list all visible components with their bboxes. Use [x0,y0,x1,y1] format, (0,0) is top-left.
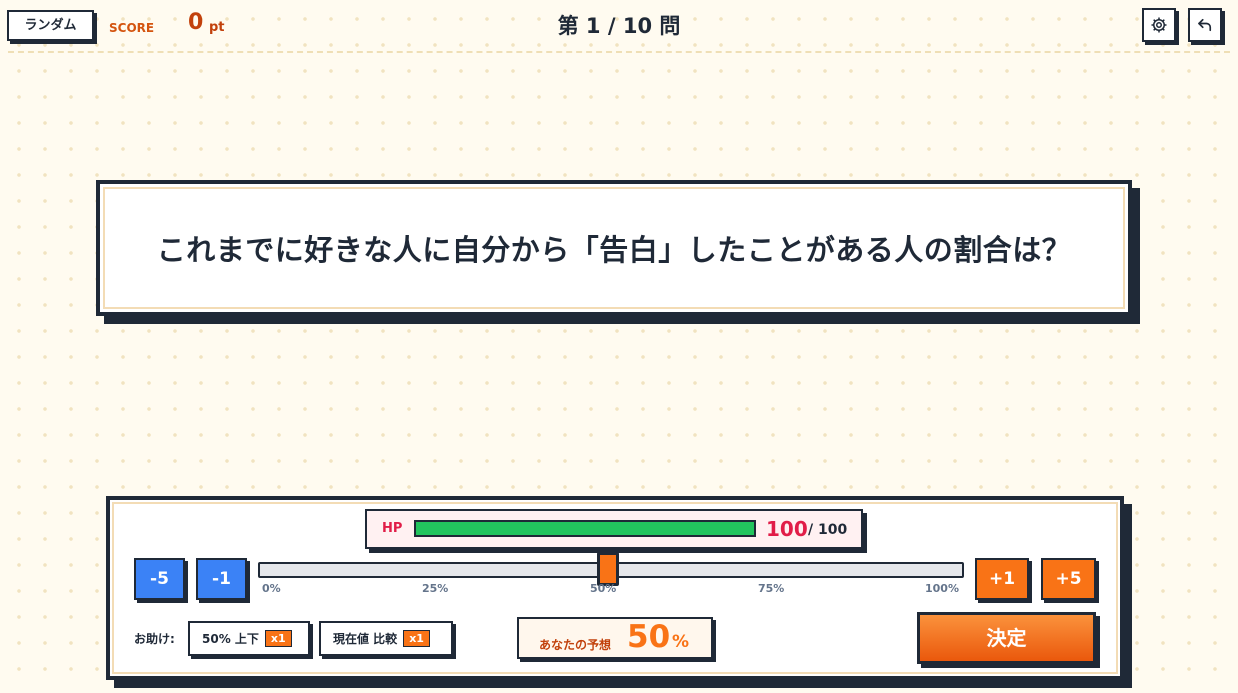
guess-label: あなたの予想 [539,638,612,652]
question-text: これまでに好きな人に自分から「告白」したことがある人の割合は？ [156,233,1072,267]
tick-75: 75% [758,582,785,595]
tick-50: 50% [590,582,617,595]
help-fifty-button[interactable]: 50% 上下 x1 [188,621,310,656]
guess-value: 50 [627,619,671,655]
header-divider [8,51,1230,53]
settings-button[interactable] [1142,8,1176,42]
plus1-button[interactable]: +1 [975,558,1029,600]
tick-25: 25% [422,582,449,595]
help-compare-count: x1 [403,630,430,647]
slider-thumb[interactable] [597,552,619,586]
minus1-button[interactable]: -1 [196,558,247,600]
back-arrow-icon [1198,18,1212,32]
question-counter: 第 1 / 10 問 [557,14,681,38]
hp-bar-fill [416,522,754,535]
help-fifty-label: 50% 上下 [202,632,259,646]
help-label: お助け: [134,632,175,646]
gear-icon [1151,17,1167,33]
help-compare-label: 現在値 比較 [333,632,398,646]
help-fifty-count: x1 [264,630,292,647]
help-compare-button[interactable]: 現在値 比較 x1 [319,621,453,656]
submit-button[interactable]: 決定 [917,612,1096,664]
minus5-button[interactable]: -5 [134,558,185,600]
back-button[interactable] [1188,8,1222,42]
question-card: これまでに好きな人に自分から「告白」したことがある人の割合は？ [96,180,1132,316]
hp-label: HP [382,521,403,536]
tick-0: 0% [262,582,281,595]
guess-unit: % [672,632,690,652]
plus5-button[interactable]: +5 [1041,558,1096,600]
tick-100: 100% [925,582,959,595]
hp-max: / 100 [808,522,848,538]
hp-value: 100 [766,517,808,541]
hp-bar [414,520,756,537]
